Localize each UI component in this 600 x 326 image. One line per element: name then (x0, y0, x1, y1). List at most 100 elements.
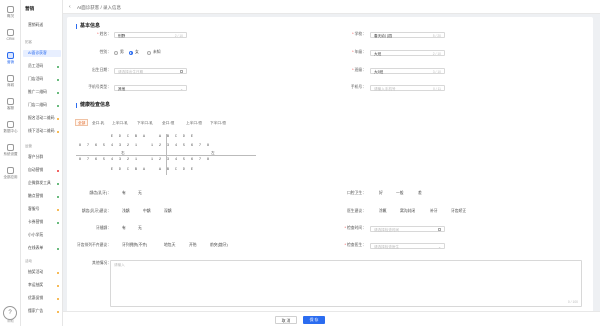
cancel-button[interactable]: 取 消 (275, 315, 297, 324)
tooth-cell[interactable]: 5 (100, 144, 108, 148)
misalign-underbite[interactable]: 地包天 (164, 243, 175, 248)
tooth-cell[interactable]: 4 (108, 158, 116, 162)
school-input[interactable]: 春天幼儿园 5 / 20 (370, 31, 445, 38)
menu-item-yunying[interactable]: 卡券营销 (23, 219, 61, 226)
tab-dentition[interactable]: 全部 (75, 119, 89, 126)
tooth-cell[interactable]: 5 (180, 158, 188, 162)
rail-item-overview[interactable]: 概况 (0, 6, 21, 19)
check-time-picker[interactable]: 请选择检查时间 (370, 225, 445, 232)
tooth-cell[interactable]: 7 (196, 144, 204, 148)
tooth-cell[interactable]: 3 (116, 158, 124, 162)
caries-advice-medium[interactable]: 中龋 (143, 209, 151, 214)
tooth-cell[interactable]: D (116, 135, 124, 139)
doctor-advice-filling[interactable]: 补牙 (430, 209, 438, 214)
menu-item-tuoke[interactable]: 推广二维码 (23, 89, 61, 96)
rail-item-settings[interactable]: 系统设置 (0, 144, 21, 157)
tab-dentition[interactable]: 上半口-恒 (183, 119, 205, 126)
tooth-cell[interactable]: D (116, 168, 124, 172)
menu-item-tuoke[interactable]: 门店活码 (23, 76, 61, 83)
tooth-cell[interactable]: A (140, 168, 148, 172)
doctor-advice-sealant[interactable]: 窝沟封闭 (400, 209, 415, 214)
tooth-cell[interactable]: E (188, 168, 196, 172)
menu-item-yunying[interactable]: 客户分群 (23, 154, 61, 161)
tooth-cell[interactable]: 2 (124, 144, 132, 148)
doctor-advice-orthodontic[interactable]: 牙齿矫正 (451, 209, 466, 214)
tooth-cell[interactable]: 4 (108, 144, 116, 148)
tooth-cell[interactable]: E (108, 168, 116, 172)
tooth-cell[interactable]: 7 (84, 144, 92, 148)
menu-item-huodong[interactable]: 抽奖活动 (23, 269, 61, 276)
menu-item-tuoke[interactable]: 门店二维码 (23, 102, 61, 109)
check-doctor-select[interactable]: 请选择检查医生 ⌄ (370, 242, 445, 249)
back-icon[interactable]: ‹ (69, 4, 71, 10)
other-textarea[interactable]: 请输入 0 / 100 (110, 260, 582, 307)
menu-item-tuoke[interactable]: AI面诊获客 (23, 50, 61, 57)
tooth-cell[interactable]: C (124, 168, 132, 172)
menu-item-yunying[interactable]: 在线表单 (23, 245, 61, 252)
menu-item-huodong[interactable]: 懂家广告 (23, 308, 61, 315)
menu-item-tuoke[interactable]: 线下活动二维码 (23, 128, 61, 135)
tooth-cell[interactable]: 4 (172, 158, 180, 162)
birth-date-picker[interactable]: 请选择出生日期 (114, 67, 187, 74)
tooth-cell[interactable]: 4 (172, 144, 180, 148)
phone-type-select[interactable]: 其他 ⌄ (114, 84, 187, 91)
hygiene-good[interactable]: 好 (379, 191, 383, 196)
tooth-cell[interactable]: A (156, 135, 164, 139)
gap-caries-yes[interactable]: 有 (122, 226, 126, 231)
tooth-cell[interactable]: 3 (116, 144, 124, 148)
doctor-advice-fluoride[interactable]: 涂氟 (379, 209, 387, 214)
tooth-cell[interactable]: B (132, 168, 140, 172)
class-input[interactable]: 大5班 3 / 10 (370, 67, 445, 74)
tooth-cell[interactable]: 6 (188, 144, 196, 148)
tooth-cell[interactable]: 6 (92, 158, 100, 162)
caries-advice-deep[interactable]: 深龋 (164, 209, 172, 214)
gap-caries-no[interactable]: 无 (138, 226, 142, 231)
name-input[interactable]: 别野 2 / 10 (114, 31, 187, 38)
tab-dentition[interactable]: 上半口-乳 (109, 119, 131, 126)
tab-dentition[interactable]: 下半口-恒 (207, 119, 229, 126)
tooth-cell[interactable]: 1 (148, 158, 156, 162)
grade-input[interactable]: 大班 2 / 10 (370, 49, 445, 56)
tooth-cell[interactable]: 5 (100, 158, 108, 162)
tooth-cell[interactable]: 2 (156, 144, 164, 148)
menu-item-yunying[interactable]: 自动营销 (23, 167, 61, 174)
rail-item-data-center[interactable]: 数据中心 (0, 121, 21, 134)
tooth-cell[interactable]: 8 (76, 158, 84, 162)
menu-item-huodong[interactable]: 幸运抽奖 (23, 282, 61, 289)
menu-item-yunying[interactable]: 客服号 (23, 206, 61, 213)
tooth-cell[interactable]: 8 (204, 158, 212, 162)
hygiene-poor[interactable]: 差 (418, 191, 422, 196)
tooth-cell[interactable]: 8 (204, 144, 212, 148)
rail-item-all-apps[interactable]: 全部应用 (0, 167, 21, 180)
rail-item-crm[interactable]: CRM (0, 29, 21, 41)
gender-radio-male[interactable]: 男 (114, 50, 124, 55)
misalign-crowded[interactable]: 牙列拥挤(不齐) (122, 243, 147, 248)
caries-option-no[interactable]: 无 (138, 191, 142, 196)
tooth-cell[interactable]: 5 (180, 144, 188, 148)
menu-item-yunying[interactable]: 企微群发工具 (23, 180, 61, 187)
tooth-cell[interactable]: 6 (92, 144, 100, 148)
tab-dentition[interactable]: 全口-恒 (159, 119, 177, 126)
tooth-cell[interactable]: 7 (84, 158, 92, 162)
phone-input[interactable]: 请输入手机号 0 / 11 (370, 84, 445, 91)
tooth-cell[interactable]: D (180, 168, 188, 172)
menu-item-huodong[interactable]: 优惠促销 (23, 295, 61, 302)
tooth-cell[interactable]: 1 (132, 158, 140, 162)
rail-item-service[interactable]: 客服 (0, 98, 21, 111)
tooth-cell[interactable]: C (172, 168, 180, 172)
rail-item-marketing[interactable]: 营销 (0, 52, 21, 65)
menu-item-yunying[interactable]: 触点营销 (23, 193, 61, 200)
tooth-cell[interactable]: E (108, 135, 116, 139)
misalign-openbite[interactable]: 开殆 (189, 243, 197, 248)
tooth-cell[interactable]: 2 (124, 158, 132, 162)
rail-item-mall[interactable]: 商城 (0, 75, 21, 88)
menu-item-top[interactable]: 营销码送 (23, 22, 61, 29)
tooth-cell[interactable]: 1 (148, 144, 156, 148)
tooth-cell[interactable]: A (140, 135, 148, 139)
tooth-cell[interactable]: A (156, 168, 164, 172)
gender-radio-female[interactable]: 女 (129, 50, 139, 55)
tooth-cell[interactable]: C (172, 135, 180, 139)
caries-advice-shallow[interactable]: 浅龋 (122, 209, 130, 214)
hygiene-average[interactable]: 一般 (396, 191, 404, 196)
tooth-cell[interactable]: C (124, 135, 132, 139)
